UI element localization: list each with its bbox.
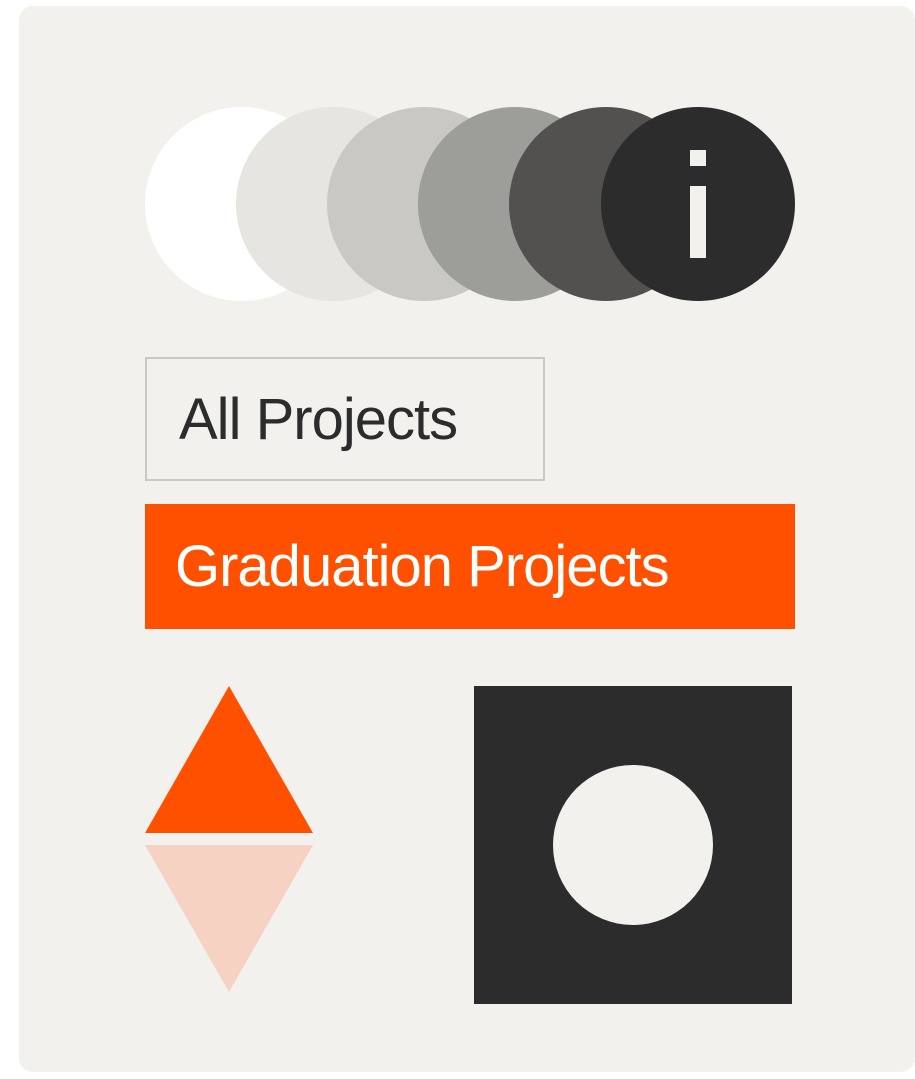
- sort-triangles-icon[interactable]: [145, 686, 313, 992]
- graduation-projects-button[interactable]: Graduation Projects: [145, 504, 795, 629]
- square-with-circle-icon[interactable]: [474, 686, 792, 1004]
- sort-down-triangle: [145, 845, 313, 992]
- info-button[interactable]: [601, 107, 795, 301]
- color-swatch-row: [145, 107, 795, 301]
- info-icon: [690, 150, 706, 258]
- all-projects-button[interactable]: All Projects: [145, 357, 545, 481]
- sort-up-triangle: [145, 686, 313, 833]
- style-guide-panel: All Projects Graduation Projects: [19, 6, 915, 1072]
